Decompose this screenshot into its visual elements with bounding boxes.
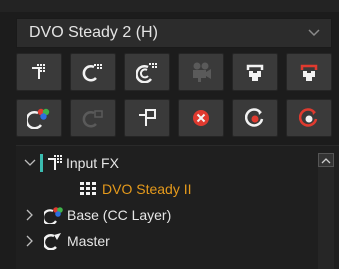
chevron-down-icon[interactable] bbox=[307, 26, 321, 40]
toolbar-row-1 bbox=[16, 53, 332, 91]
tree-item-label: Base (CC Layer) bbox=[67, 207, 172, 223]
toolbar-row-2 bbox=[16, 99, 332, 137]
add-curve-layer-icon bbox=[82, 62, 104, 82]
tree-item-master[interactable]: Master bbox=[22, 230, 110, 252]
output-node-red-icon bbox=[299, 61, 319, 83]
layer-tree: Input FX DVO Steady II Base (CC Layer) M… bbox=[16, 145, 339, 269]
chevron-right-icon[interactable] bbox=[22, 207, 38, 223]
tree-item-dvo-steady[interactable]: DVO Steady II bbox=[80, 178, 191, 200]
camera-button[interactable] bbox=[178, 53, 224, 91]
selection-marker bbox=[40, 154, 43, 172]
output-node-icon bbox=[245, 61, 265, 83]
tree-item-label: Input FX bbox=[66, 155, 119, 171]
tree-item-base[interactable]: Base (CC Layer) bbox=[22, 204, 171, 226]
add-curve-layer-button[interactable] bbox=[70, 53, 116, 91]
duplicate-button[interactable] bbox=[124, 99, 170, 137]
effect-dropdown[interactable]: DVO Steady 2 (H) bbox=[16, 18, 332, 48]
curve-disabled-icon bbox=[82, 108, 104, 128]
tree-scrollbar[interactable] bbox=[318, 153, 334, 269]
master-curve-icon bbox=[44, 232, 64, 250]
top-strip bbox=[0, 0, 339, 12]
chevron-right-icon[interactable] bbox=[22, 233, 38, 249]
cc-layer-icon bbox=[44, 206, 64, 224]
add-input-fx-button[interactable] bbox=[16, 53, 62, 91]
delete-button[interactable] bbox=[178, 99, 224, 137]
tree-item-input-fx[interactable]: Input FX bbox=[22, 152, 119, 174]
grid-icon bbox=[80, 182, 96, 196]
record-button[interactable] bbox=[232, 99, 278, 137]
cc-layer-icon bbox=[27, 107, 51, 129]
dropdown-value: DVO Steady 2 (H) bbox=[29, 24, 158, 41]
record-white-icon bbox=[245, 108, 265, 128]
record-red-icon bbox=[299, 108, 319, 128]
tree-item-label: DVO Steady II bbox=[102, 181, 192, 197]
add-input-fx-icon bbox=[29, 62, 49, 82]
add-layer-group-icon bbox=[136, 61, 158, 83]
output-node-button[interactable] bbox=[232, 53, 278, 91]
tree-item-label: Master bbox=[67, 233, 110, 249]
delete-icon bbox=[191, 108, 211, 128]
add-layer-group-button[interactable] bbox=[124, 53, 170, 91]
cc-layer-button[interactable] bbox=[16, 99, 62, 137]
record-red-button[interactable] bbox=[286, 99, 332, 137]
scroll-up-button[interactable] bbox=[318, 153, 334, 167]
duplicate-icon bbox=[136, 108, 158, 128]
curve-disabled-button[interactable] bbox=[70, 99, 116, 137]
input-fx-icon bbox=[46, 154, 66, 172]
chevron-down-icon[interactable] bbox=[22, 155, 38, 171]
camera-icon bbox=[189, 61, 213, 83]
output-node-red-button[interactable] bbox=[286, 53, 332, 91]
chevron-up-icon bbox=[321, 151, 331, 169]
